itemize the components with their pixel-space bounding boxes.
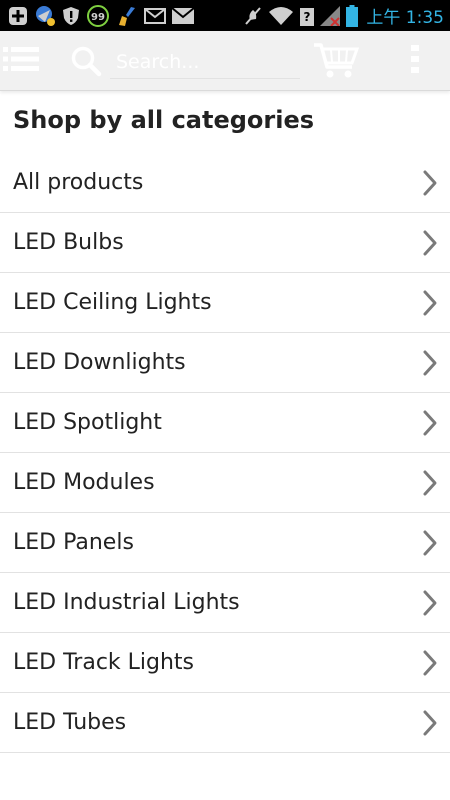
category-label: LED Modules bbox=[13, 470, 155, 495]
menu-button[interactable] bbox=[0, 31, 42, 91]
map-marker-icon bbox=[34, 5, 56, 27]
status-bar: 99 ? 上午 1:35 bbox=[0, 0, 450, 31]
chevron-right-icon bbox=[421, 709, 439, 737]
category-item-led-track-lights[interactable]: LED Track Lights bbox=[0, 633, 450, 693]
chevron-right-icon bbox=[421, 409, 439, 437]
hamburger-list-icon bbox=[3, 46, 39, 76]
category-label: All products bbox=[13, 170, 144, 195]
category-label: LED Spotlight bbox=[13, 410, 162, 435]
page-title: Shop by all categories bbox=[13, 106, 315, 134]
category-item-led-panels[interactable]: LED Panels bbox=[0, 513, 450, 573]
category-label: LED Panels bbox=[13, 530, 134, 555]
category-list: All products LED Bulbs LED Ceiling Light… bbox=[0, 153, 450, 753]
shield-alert-icon bbox=[62, 5, 80, 27]
chevron-right-icon bbox=[421, 349, 439, 377]
category-label: LED Tubes bbox=[13, 710, 127, 735]
category-label: LED Track Lights bbox=[13, 650, 195, 675]
category-label: LED Bulbs bbox=[13, 230, 124, 255]
chevron-right-icon bbox=[421, 469, 439, 497]
badge-99-icon: 99 bbox=[86, 4, 110, 27]
chevron-right-icon bbox=[421, 529, 439, 557]
search-icon[interactable] bbox=[70, 45, 102, 77]
category-item-led-ceiling-lights[interactable]: LED Ceiling Lights bbox=[0, 273, 450, 333]
add-box-icon bbox=[8, 5, 28, 27]
chevron-right-icon bbox=[421, 649, 439, 677]
status-time: 上午 1:35 bbox=[366, 8, 444, 28]
chevron-right-icon bbox=[421, 229, 439, 257]
category-label: LED Ceiling Lights bbox=[13, 290, 212, 315]
system-icons: ? 上午 1:35 bbox=[244, 3, 444, 28]
badge-count: 99 bbox=[91, 12, 105, 23]
search-input[interactable] bbox=[110, 45, 300, 79]
overflow-menu-button[interactable] bbox=[400, 43, 430, 79]
svg-text:?: ? bbox=[304, 10, 311, 24]
chevron-right-icon bbox=[421, 589, 439, 617]
wifi-icon bbox=[268, 5, 294, 27]
category-item-led-spotlight[interactable]: LED Spotlight bbox=[0, 393, 450, 453]
cart-button[interactable] bbox=[312, 41, 360, 81]
chevron-right-icon bbox=[421, 289, 439, 317]
category-item-led-downlights[interactable]: LED Downlights bbox=[0, 333, 450, 393]
battery-icon bbox=[346, 4, 359, 27]
category-label: LED Industrial Lights bbox=[13, 590, 240, 615]
category-item-led-industrial-lights[interactable]: LED Industrial Lights bbox=[0, 573, 450, 633]
category-item-led-modules[interactable]: LED Modules bbox=[0, 453, 450, 513]
cart-icon bbox=[312, 43, 360, 85]
chevron-right-icon bbox=[421, 169, 439, 197]
action-bar bbox=[0, 31, 450, 91]
broom-icon bbox=[116, 5, 138, 27]
category-label: LED Downlights bbox=[13, 350, 186, 375]
signal-icon bbox=[320, 5, 341, 27]
category-item-led-bulbs[interactable]: LED Bulbs bbox=[0, 213, 450, 273]
notification-icons: 99 bbox=[8, 4, 194, 27]
mail-icon bbox=[144, 5, 166, 27]
category-item-all-products[interactable]: All products bbox=[0, 153, 450, 213]
signal-unknown-icon: ? bbox=[300, 5, 315, 27]
mute-icon bbox=[244, 5, 262, 27]
mail-filled-icon bbox=[172, 5, 194, 27]
overflow-menu-icon bbox=[411, 45, 419, 77]
category-item-led-tubes[interactable]: LED Tubes bbox=[0, 693, 450, 753]
